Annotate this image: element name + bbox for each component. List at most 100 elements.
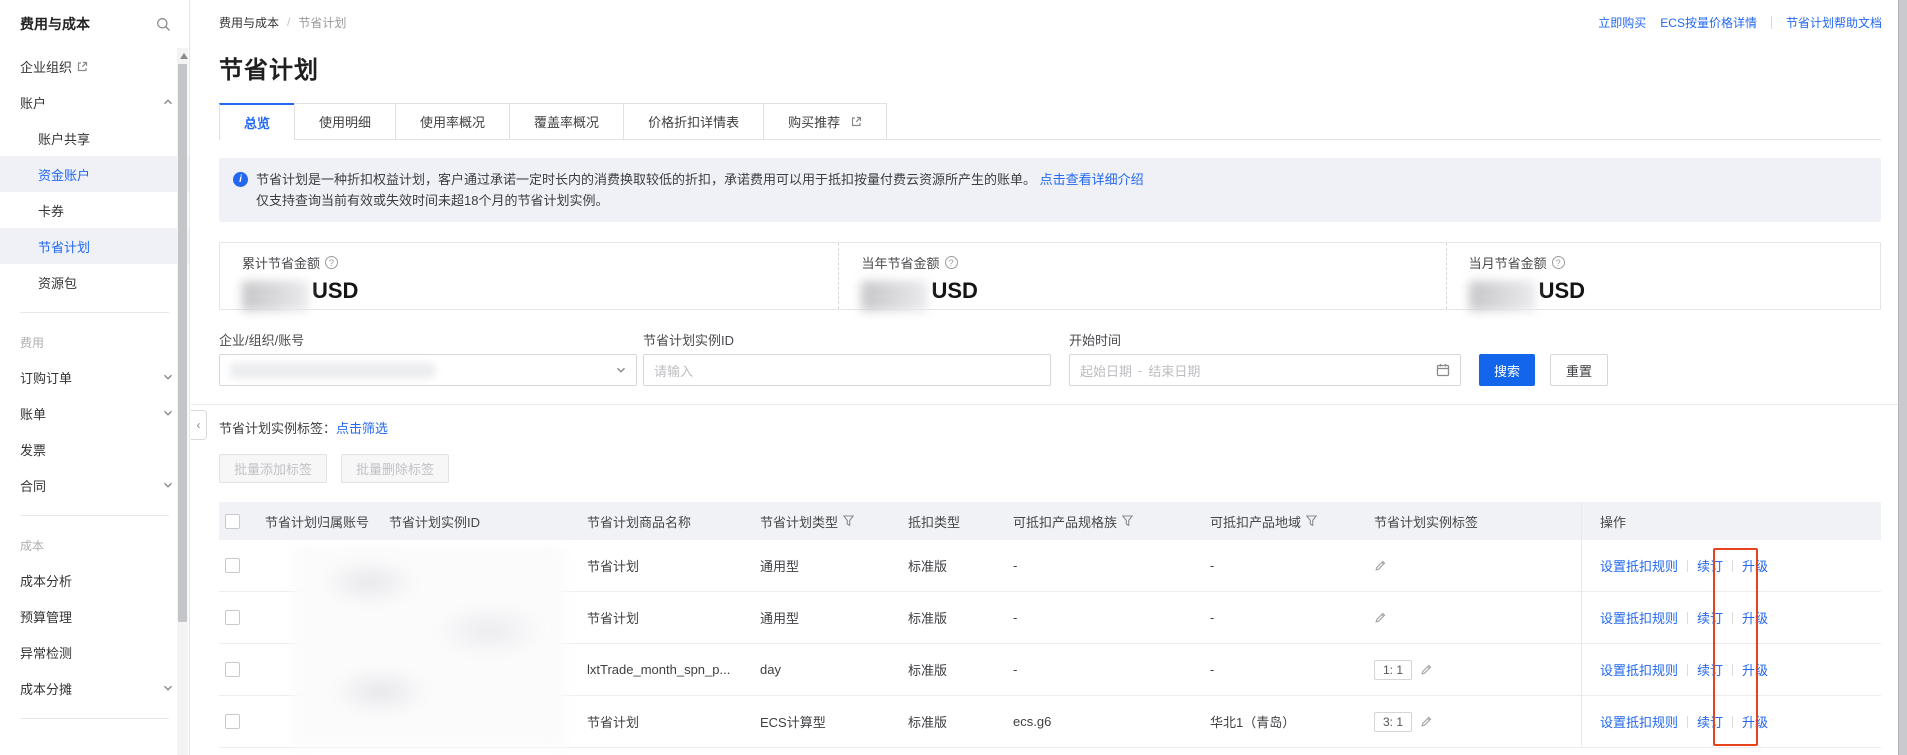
instance-id-input[interactable]: 请输入 [643,354,1051,386]
sidebar-item-coupons[interactable]: 卡券 [0,192,189,228]
ecs-price-link[interactable]: ECS按量价格详情 [1660,14,1757,31]
links-divider [1770,15,1772,29]
sidebar-item-label: 企业组织 [20,59,73,75]
chevron-down-icon [616,367,626,373]
reset-button[interactable]: 重置 [1550,354,1608,386]
sidebar-divider [20,718,169,719]
stat-year-savings: 当年节省金额 ? USD [838,243,1445,311]
renew-link[interactable]: 续订 [1697,556,1723,575]
set-deduction-rule-link[interactable]: 设置抵扣规则 [1600,556,1678,575]
edit-tag-icon[interactable] [1374,559,1387,572]
set-deduction-rule-link[interactable]: 设置抵扣规则 [1600,608,1678,627]
account-select[interactable] [219,354,637,386]
buy-now-link[interactable]: 立即购买 [1598,14,1646,31]
filter-funnel-icon[interactable] [1306,515,1318,527]
col-label: 可抵扣产品规格族 [1013,514,1118,530]
tab-usage-rate[interactable]: 使用率概况 [395,103,511,139]
banner-detail-link[interactable]: 点击查看详细介绍 [1040,172,1144,187]
sidebar-divider [20,515,169,516]
filter-funnel-icon[interactable] [1122,515,1134,527]
set-deduction-rule-link[interactable]: 设置抵扣规则 [1600,712,1678,731]
tag-filter-link[interactable]: 点击筛选 [336,418,388,437]
search-button[interactable]: 搜索 [1479,354,1535,386]
sidebar-item-anomaly-detection[interactable]: 异常检测 [0,634,189,670]
sidebar-item-label: 异常检测 [20,645,73,661]
sidebar-item-savings-plan[interactable]: 节省计划 [0,228,189,264]
upgrade-link[interactable]: 升级 [1742,608,1768,627]
row-checkbox[interactable] [225,558,240,573]
page-title: 节省计划 [219,57,319,84]
renew-link[interactable]: 续订 [1697,660,1723,679]
calendar-icon[interactable] [1436,363,1450,377]
row-checkbox[interactable] [225,610,240,625]
sidebar-item-invoices[interactable]: 发票 [0,431,189,467]
blurred-amount [242,281,308,311]
sidebar-item-enterprise-org[interactable]: 企业组织 [0,48,189,84]
batch-add-tag-button[interactable]: 批量添加标签 [219,454,328,483]
col-owner-account: 节省计划归属账号 [265,514,370,530]
row-checkbox[interactable] [225,714,240,729]
batch-remove-tag-button[interactable]: 批量删除标签 [341,454,450,483]
scrollbar-up-arrow-icon[interactable] [179,53,188,59]
cell-plan-type: ECS计算型 [760,715,826,730]
search-icon[interactable] [156,17,171,32]
chevron-up-icon [163,99,173,105]
tab-purchase-recommendation[interactable]: 购买推荐 [763,103,888,139]
sidebar-item-orders[interactable]: 订购订单 [0,359,189,395]
set-deduction-rule-link[interactable]: 设置抵扣规则 [1600,660,1678,679]
tab-coverage-rate[interactable]: 覆盖率概况 [509,103,625,139]
info-banner: i 节省计划是一种折扣权益计划，客户通过承诺一定时长内的消费换取较低的折扣，承诺… [219,158,1881,222]
upgrade-link[interactable]: 升级 [1742,660,1768,679]
scrollbar-thumb[interactable] [178,64,187,622]
sidebar-item-fund-account[interactable]: 资金账户 [0,156,189,192]
sidebar-item-account-sharing[interactable]: 账户共享 [0,120,189,156]
upgrade-link[interactable]: 升级 [1742,556,1768,575]
edit-tag-icon[interactable] [1374,611,1387,624]
question-circle-icon[interactable]: ? [325,256,339,269]
sidebar-item-label: 合同 [20,478,47,494]
sidebar-scrollbar[interactable] [177,48,188,755]
instance-tag-badge: 3: 1 [1374,711,1413,732]
help-doc-link[interactable]: 节省计划帮助文档 [1786,14,1882,31]
row-checkbox[interactable] [225,662,240,677]
cell-spec-family: - [1013,558,1018,573]
sidebar-collapse-handle[interactable]: ‹ [191,410,207,440]
app-window: 费用与成本 企业组织 账户 账户共享 资金账户 卡券 节省计划 资源包 费用 订… [0,0,1907,755]
cell-region: - [1210,610,1215,625]
renew-link[interactable]: 续订 [1697,712,1723,731]
edit-tag-icon[interactable] [1420,715,1433,728]
edit-tag-icon[interactable] [1420,663,1433,676]
input-placeholder: 请输入 [654,363,694,379]
sidebar-item-account[interactable]: 账户 [0,84,189,120]
sidebar-item-label: 资源包 [38,275,78,291]
sidebar-item-label: 成本分摊 [20,681,73,697]
tab-overview[interactable]: 总览 [219,103,296,140]
select-all-checkbox[interactable] [225,513,240,529]
sidebar-item-bills[interactable]: 账单 [0,395,189,431]
breadcrumb-parent[interactable]: 费用与成本 [219,14,279,31]
renew-link[interactable]: 续订 [1697,608,1723,627]
date-range-picker[interactable]: 起始日期 - 结束日期 [1069,354,1461,386]
tab-usage-details[interactable]: 使用明细 [294,103,397,139]
col-label: 节省计划类型 [760,514,839,530]
cell-region: - [1210,558,1215,573]
breadcrumb: 费用与成本 / 节省计划 [219,14,346,31]
question-circle-icon[interactable]: ? [1551,256,1565,269]
tab-price-discount[interactable]: 价格折扣详情表 [623,103,765,139]
sidebar-item-contracts[interactable]: 合同 [0,467,189,503]
upgrade-link[interactable]: 升级 [1742,712,1768,731]
tab-label: 使用明细 [319,115,372,130]
sidebar-item-budget-management[interactable]: 预算管理 [0,598,189,634]
question-circle-icon[interactable]: ? [944,256,958,269]
stat-month-savings: 当月节省金额 ? USD [1445,243,1880,311]
sidebar-item-label: 卡券 [38,203,65,219]
window-scrollbar[interactable] [1898,0,1907,755]
stat-label: 当月节省金额 [1468,256,1547,271]
chevron-down-icon [163,685,173,691]
stat-label: 累计节省金额 [242,256,321,271]
sidebar-item-cost-allocation[interactable]: 成本分摊 [0,670,189,706]
sidebar-item-cost-analysis[interactable]: 成本分析 [0,562,189,598]
stat-unit: USD [1538,278,1586,303]
sidebar-item-resource-packages[interactable]: 资源包 [0,264,189,300]
filter-funnel-icon[interactable] [843,515,855,527]
